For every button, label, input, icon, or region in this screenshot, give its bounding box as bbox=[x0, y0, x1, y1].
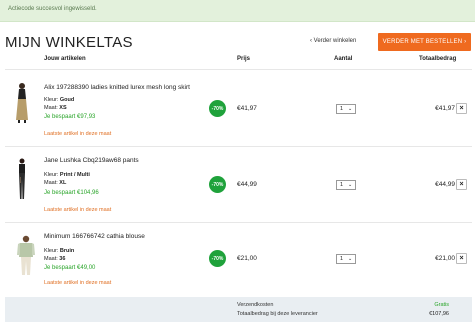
remove-item-button[interactable]: × bbox=[456, 179, 467, 190]
chevron-down-icon: ⌄ bbox=[348, 182, 353, 188]
item-savings: Je bespaart €104,96 bbox=[44, 190, 99, 196]
remove-item-button[interactable]: × bbox=[456, 103, 467, 114]
item-price: €44,99 bbox=[237, 181, 257, 188]
last-item-warning: Laatste artikel in deze maat bbox=[44, 207, 112, 213]
item-total: €41,97 bbox=[435, 105, 455, 112]
discount-badge: -70% bbox=[209, 100, 226, 117]
item-title[interactable]: Alix 197288390 ladies knitted lurex mesh… bbox=[44, 84, 190, 91]
proceed-to-order-button[interactable]: VERDER MET BESTELLEN › bbox=[378, 33, 471, 51]
quantity-select[interactable]: 1 ⌄ bbox=[336, 254, 356, 264]
quantity-select[interactable]: 1 ⌄ bbox=[336, 104, 356, 114]
close-icon: × bbox=[459, 255, 464, 262]
column-header-items: Jouw artikelen bbox=[44, 56, 86, 62]
last-item-warning: Laatste artikel in deze maat bbox=[44, 131, 112, 137]
discount-badge: -70% bbox=[209, 250, 226, 267]
cart-item-row: Alix 197288390 ladies knitted lurex mesh… bbox=[0, 70, 475, 145]
cart-item-row: Minimum 166766742 cathia blouse Kleur: B… bbox=[0, 223, 475, 298]
page-title: MIJN WINKELTAS bbox=[5, 34, 133, 51]
product-image[interactable] bbox=[14, 233, 38, 277]
quantity-value: 1 bbox=[340, 256, 344, 262]
last-item-warning: Laatste artikel in deze maat bbox=[44, 280, 112, 286]
column-header-quantity: Aantal bbox=[334, 56, 353, 62]
item-size: Maat: XS bbox=[44, 105, 67, 111]
success-alert: Actiecode succesvol ingewisseld. bbox=[0, 0, 475, 22]
item-color: Kleur: Print / Multi bbox=[44, 172, 90, 178]
item-color: Kleur: Bruin bbox=[44, 248, 75, 254]
item-size: Maat: 36 bbox=[44, 256, 66, 262]
item-title[interactable]: Jane Lushka Cbq219aw68 pants bbox=[44, 157, 139, 164]
discount-badge: -70% bbox=[209, 176, 226, 193]
item-size: Maat: XL bbox=[44, 180, 67, 186]
remove-item-button[interactable]: × bbox=[456, 253, 467, 264]
item-total: €44,99 bbox=[435, 181, 455, 188]
shipping-label: Verzendkosten bbox=[237, 302, 274, 308]
alert-message: Actiecode succesvol ingewisseld. bbox=[8, 6, 97, 12]
item-savings: Je bespaart €49,00 bbox=[44, 265, 96, 271]
close-icon: × bbox=[459, 105, 464, 112]
quantity-value: 1 bbox=[340, 106, 344, 112]
item-total: €21,00 bbox=[435, 255, 455, 262]
supplier-total-label: Totaalbedrag bij deze leverancier bbox=[237, 311, 318, 317]
item-color: Kleur: Goud bbox=[44, 97, 75, 103]
item-title[interactable]: Minimum 166766742 cathia blouse bbox=[44, 233, 145, 240]
product-image[interactable] bbox=[12, 157, 32, 201]
close-icon: × bbox=[459, 181, 464, 188]
supplier-summary: Verzendkosten Gratis Totaalbedrag bij de… bbox=[5, 297, 472, 322]
item-savings: Je bespaart €97,93 bbox=[44, 114, 96, 120]
product-image[interactable] bbox=[12, 80, 32, 124]
item-price: €41,97 bbox=[237, 105, 257, 112]
supplier-total-value: €107,96 bbox=[429, 311, 449, 317]
item-price: €21,00 bbox=[237, 255, 257, 262]
column-header-price: Prijs bbox=[237, 56, 251, 62]
shipping-value: Gratis bbox=[434, 302, 449, 308]
chevron-down-icon: ⌄ bbox=[348, 106, 353, 112]
quantity-value: 1 bbox=[340, 182, 344, 188]
cart-item-row: Jane Lushka Cbq219aw68 pants Kleur: Prin… bbox=[0, 147, 475, 222]
chevron-down-icon: ⌄ bbox=[348, 256, 353, 262]
continue-shopping-link[interactable]: ‹ Verder winkelen bbox=[310, 38, 356, 44]
column-header-total: Totaalbedrag bbox=[419, 56, 457, 62]
quantity-select[interactable]: 1 ⌄ bbox=[336, 180, 356, 190]
